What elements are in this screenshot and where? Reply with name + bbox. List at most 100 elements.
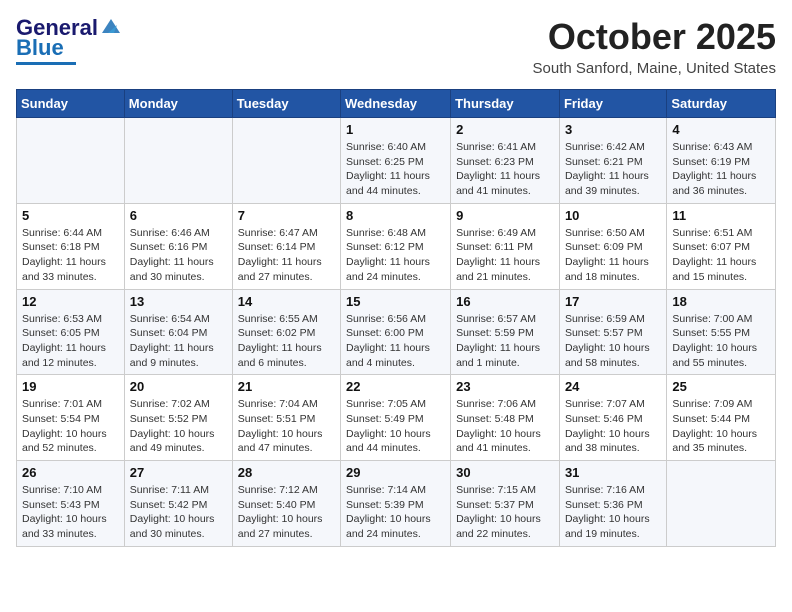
calendar-cell: 8Sunrise: 6:48 AM Sunset: 6:12 PM Daylig… (341, 203, 451, 289)
day-info: Sunrise: 6:46 AM Sunset: 6:16 PM Dayligh… (130, 226, 227, 285)
day-info: Sunrise: 7:02 AM Sunset: 5:52 PM Dayligh… (130, 397, 227, 456)
week-row-1: 1Sunrise: 6:40 AM Sunset: 6:25 PM Daylig… (17, 118, 776, 204)
day-info: Sunrise: 6:59 AM Sunset: 5:57 PM Dayligh… (565, 312, 661, 371)
day-number: 2 (456, 122, 554, 137)
day-number: 5 (22, 208, 119, 223)
day-info: Sunrise: 6:47 AM Sunset: 6:14 PM Dayligh… (238, 226, 335, 285)
day-number: 9 (456, 208, 554, 223)
calendar-cell (667, 461, 776, 547)
calendar-cell: 3 Sunrise: 6:42 AM Sunset: 6:21 PM Daylig… (559, 118, 666, 204)
calendar-cell: 23 Sunrise: 7:06 AM Sunset: 5:48 PM Dayli… (451, 375, 560, 461)
day-info: Sunrise: 6:53 AM Sunset: 6:05 PM Dayligh… (22, 312, 119, 371)
calendar-cell: 15 Sunrise: 6:56 AM Sunset: 6:00 PM Dayli… (341, 289, 451, 375)
day-info: Sunrise: 7:01 AM Sunset: 5:54 PM Dayligh… (22, 397, 119, 456)
logo-blue: Blue (16, 36, 64, 60)
calendar-cell: 18 Sunrise: 7:00 AM Sunset: 5:55 PM Dayli… (667, 289, 776, 375)
day-info: Sunrise: 6:44 AM Sunset: 6:18 PM Dayligh… (22, 226, 119, 285)
day-info: Sunrise: 6:57 AM Sunset: 5:59 PM Dayligh… (456, 312, 554, 371)
week-row-2: 5 Sunrise: 6:44 AM Sunset: 6:18 PM Daylig… (17, 203, 776, 289)
day-number: 27 (130, 465, 227, 480)
calendar-table: SundayMondayTuesdayWednesdayThursdayFrid… (16, 89, 776, 547)
calendar-cell: 2 Sunrise: 6:41 AM Sunset: 6:23 PM Daylig… (451, 118, 560, 204)
calendar-cell: 4 Sunrise: 6:43 AM Sunset: 6:19 PM Daylig… (667, 118, 776, 204)
day-number: 4 (672, 122, 770, 137)
day-number: 3 (565, 122, 661, 137)
day-number: 24 (565, 379, 661, 394)
calendar-cell: 6 Sunrise: 6:46 AM Sunset: 6:16 PM Daylig… (124, 203, 232, 289)
calendar-cell: 31Sunrise: 7:16 AM Sunset: 5:36 PM Dayli… (559, 461, 666, 547)
calendar-cell: 13 Sunrise: 6:54 AM Sunset: 6:04 PM Dayli… (124, 289, 232, 375)
day-number: 1 (346, 122, 445, 137)
calendar-cell: 24 Sunrise: 7:07 AM Sunset: 5:46 PM Dayli… (559, 375, 666, 461)
day-info: Sunrise: 6:49 AM Sunset: 6:11 PM Dayligh… (456, 226, 554, 285)
day-number: 7 (238, 208, 335, 223)
day-info: Sunrise: 7:06 AM Sunset: 5:48 PM Dayligh… (456, 397, 554, 456)
day-info: Sunrise: 7:11 AM Sunset: 5:42 PM Dayligh… (130, 483, 227, 542)
day-info: Sunrise: 6:55 AM Sunset: 6:02 PM Dayligh… (238, 312, 335, 371)
day-number: 11 (672, 208, 770, 223)
calendar-cell: 25 Sunrise: 7:09 AM Sunset: 5:44 PM Dayli… (667, 375, 776, 461)
day-number: 13 (130, 294, 227, 309)
week-row-4: 19 Sunrise: 7:01 AM Sunset: 5:54 PM Dayli… (17, 375, 776, 461)
calendar-cell: 16 Sunrise: 6:57 AM Sunset: 5:59 PM Dayli… (451, 289, 560, 375)
day-info: Sunrise: 7:14 AM Sunset: 5:39 PM Dayligh… (346, 483, 445, 542)
calendar-cell: 17Sunrise: 6:59 AM Sunset: 5:57 PM Dayli… (559, 289, 666, 375)
day-info: Sunrise: 7:05 AM Sunset: 5:49 PM Dayligh… (346, 397, 445, 456)
day-info: Sunrise: 6:42 AM Sunset: 6:21 PM Dayligh… (565, 140, 661, 199)
day-info: Sunrise: 6:50 AM Sunset: 6:09 PM Dayligh… (565, 226, 661, 285)
calendar-cell: 21Sunrise: 7:04 AM Sunset: 5:51 PM Dayli… (232, 375, 340, 461)
day-number: 20 (130, 379, 227, 394)
calendar-cell (17, 118, 125, 204)
day-number: 15 (346, 294, 445, 309)
day-number: 26 (22, 465, 119, 480)
logo-underline (16, 62, 76, 65)
day-info: Sunrise: 6:41 AM Sunset: 6:23 PM Dayligh… (456, 140, 554, 199)
calendar-cell: 12Sunrise: 6:53 AM Sunset: 6:05 PM Dayli… (17, 289, 125, 375)
day-number: 23 (456, 379, 554, 394)
title-block: October 2025 South Sanford, Maine, Unite… (533, 16, 776, 77)
day-number: 25 (672, 379, 770, 394)
logo-icon (100, 15, 122, 37)
logo: General Blue (16, 16, 122, 65)
day-info: Sunrise: 7:09 AM Sunset: 5:44 PM Dayligh… (672, 397, 770, 456)
day-of-week-sunday: Sunday (17, 90, 125, 118)
day-info: Sunrise: 7:07 AM Sunset: 5:46 PM Dayligh… (565, 397, 661, 456)
day-info: Sunrise: 7:00 AM Sunset: 5:55 PM Dayligh… (672, 312, 770, 371)
day-of-week-friday: Friday (559, 90, 666, 118)
day-of-week-saturday: Saturday (667, 90, 776, 118)
day-of-week-wednesday: Wednesday (341, 90, 451, 118)
day-info: Sunrise: 6:51 AM Sunset: 6:07 PM Dayligh… (672, 226, 770, 285)
day-number: 16 (456, 294, 554, 309)
calendar-cell: 22 Sunrise: 7:05 AM Sunset: 5:49 PM Dayli… (341, 375, 451, 461)
day-number: 29 (346, 465, 445, 480)
calendar-cell: 29 Sunrise: 7:14 AM Sunset: 5:39 PM Dayli… (341, 461, 451, 547)
calendar-cell: 5 Sunrise: 6:44 AM Sunset: 6:18 PM Daylig… (17, 203, 125, 289)
calendar-cell: 9 Sunrise: 6:49 AM Sunset: 6:11 PM Daylig… (451, 203, 560, 289)
day-info: Sunrise: 6:43 AM Sunset: 6:19 PM Dayligh… (672, 140, 770, 199)
day-number: 28 (238, 465, 335, 480)
day-info: Sunrise: 7:15 AM Sunset: 5:37 PM Dayligh… (456, 483, 554, 542)
calendar-cell (124, 118, 232, 204)
day-number: 19 (22, 379, 119, 394)
day-info: Sunrise: 6:54 AM Sunset: 6:04 PM Dayligh… (130, 312, 227, 371)
day-number: 18 (672, 294, 770, 309)
day-number: 8 (346, 208, 445, 223)
day-of-week-monday: Monday (124, 90, 232, 118)
calendar-cell: 28 Sunrise: 7:12 AM Sunset: 5:40 PM Dayli… (232, 461, 340, 547)
day-number: 22 (346, 379, 445, 394)
day-info: Sunrise: 7:12 AM Sunset: 5:40 PM Dayligh… (238, 483, 335, 542)
day-number: 14 (238, 294, 335, 309)
day-number: 21 (238, 379, 335, 394)
calendar-cell: 27 Sunrise: 7:11 AM Sunset: 5:42 PM Dayli… (124, 461, 232, 547)
week-row-5: 26Sunrise: 7:10 AM Sunset: 5:43 PM Dayli… (17, 461, 776, 547)
day-of-week-tuesday: Tuesday (232, 90, 340, 118)
location-subtitle: South Sanford, Maine, United States (533, 60, 776, 77)
calendar-cell: 20 Sunrise: 7:02 AM Sunset: 5:52 PM Dayli… (124, 375, 232, 461)
day-number: 31 (565, 465, 661, 480)
day-info: Sunrise: 6:56 AM Sunset: 6:00 PM Dayligh… (346, 312, 445, 371)
day-of-week-thursday: Thursday (451, 90, 560, 118)
day-number: 6 (130, 208, 227, 223)
calendar-cell: 30Sunrise: 7:15 AM Sunset: 5:37 PM Dayli… (451, 461, 560, 547)
calendar-cell (232, 118, 340, 204)
month-title: October 2025 (533, 16, 776, 58)
